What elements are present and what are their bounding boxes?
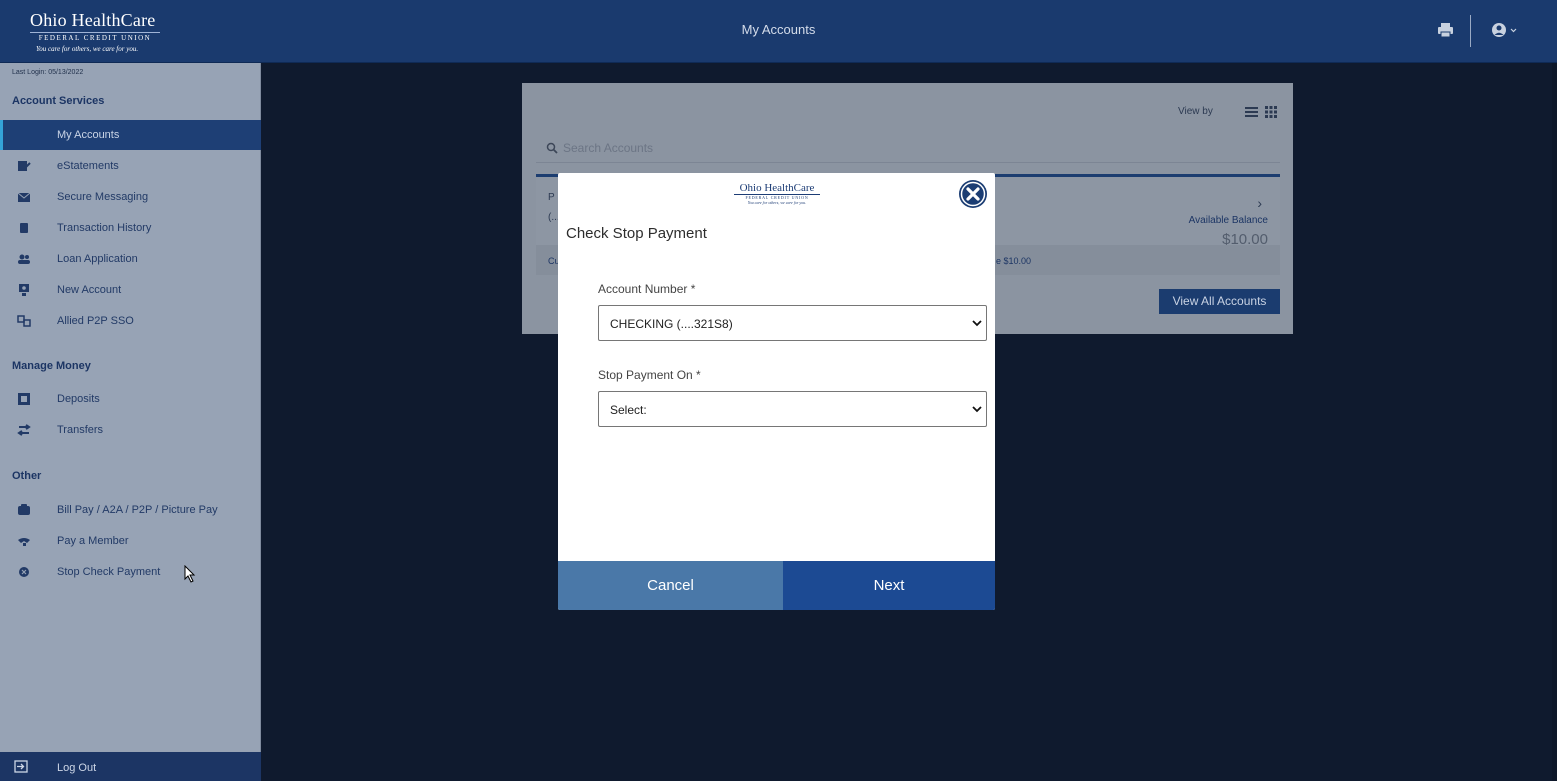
transfer-icon (17, 315, 31, 327)
sidebar-item-estatements[interactable]: eStatements (0, 151, 261, 181)
search-accounts-input[interactable]: Search Accounts (536, 133, 1280, 163)
sidebar-item-transfers[interactable]: Transfers (0, 415, 261, 445)
hand-pay-icon (18, 538, 30, 546)
chevron-down-icon (972, 320, 982, 327)
search-placeholder: Search Accounts (563, 141, 654, 155)
search-icon (546, 142, 558, 154)
last-login: Last Login: 05/13/2022 (12, 69, 84, 76)
sidebar-item-label: Allied P2P SSO (57, 315, 134, 327)
bill-icon (18, 504, 30, 515)
header-divider (1470, 15, 1471, 47)
envelope-icon (17, 192, 31, 202)
sidebar-item-label: Pay a Member (57, 535, 129, 547)
sidebar-item-stop-check-payment[interactable]: Stop Check Payment (0, 557, 261, 587)
available-fragment: e $10.00 (996, 256, 1032, 266)
document-edit-icon (18, 161, 31, 171)
modal-logo-name: Ohio HealthCare (739, 182, 815, 194)
exchange-icon (17, 424, 31, 436)
view-all-accounts-button[interactable]: View All Accounts (1159, 289, 1280, 314)
account-name-fragment: P (548, 192, 555, 203)
mouse-cursor-icon (184, 565, 196, 583)
sidebar-item-bill-pay[interactable]: Bill Pay / A2A / P2P / Picture Pay (0, 495, 261, 525)
sidebar-item-label: Stop Check Payment (57, 566, 161, 578)
close-icon (959, 180, 987, 208)
sidebar-item-my-accounts[interactable]: My Accounts (0, 120, 261, 150)
section-heading-manage-money: Manage Money (12, 360, 91, 372)
grid-view-icon[interactable] (1265, 106, 1277, 118)
sidebar-item-transaction-history[interactable]: Transaction History (0, 213, 261, 243)
sidebar-item-new-account[interactable]: New Account (0, 275, 261, 305)
sidebar-item-secure-messaging[interactable]: Secure Messaging (0, 182, 261, 212)
section-heading-other: Other (12, 470, 42, 482)
users-icon (18, 254, 30, 264)
list-view-icon[interactable] (1245, 107, 1258, 117)
stop-icon (19, 567, 29, 577)
print-icon[interactable] (1437, 22, 1454, 38)
sidebar-item-deposits[interactable]: Deposits (0, 384, 261, 414)
account-number-label: Account Number * (598, 282, 696, 296)
stop-payment-on-value: Select: (610, 403, 647, 417)
page-scrollbar[interactable] (1552, 63, 1557, 781)
sidebar-item-label: Bill Pay / A2A / P2P / Picture Pay (57, 504, 218, 516)
next-button[interactable]: Next (783, 561, 995, 610)
check-stop-payment-modal: Ohio HealthCare FEDERAL CREDIT UNION You… (558, 173, 995, 610)
account-number-select[interactable]: CHECKING (....321S8) (598, 305, 987, 341)
deposit-icon (18, 393, 30, 405)
cancel-button[interactable]: Cancel (558, 561, 783, 610)
close-modal-button[interactable] (958, 179, 988, 209)
sidebar-item-label: Transaction History (57, 222, 152, 234)
chevron-down-icon (972, 406, 982, 413)
modal-logo: Ohio HealthCare FEDERAL CREDIT UNION You… (734, 182, 820, 205)
modal-logo-tagline: You care for others, we care for you. (747, 200, 807, 205)
logout-button[interactable]: Log Out (0, 752, 261, 781)
account-number-value: CHECKING (....321S8) (610, 317, 733, 331)
sidebar-item-label: Transfers (57, 424, 104, 436)
logo-tagline: You care for others, we care for you. (36, 45, 139, 53)
sidebar: Last Login: 05/13/2022 Account Services … (0, 63, 261, 781)
chevron-right-icon[interactable]: › (1257, 195, 1262, 211)
sidebar-item-pay-a-member[interactable]: Pay a Member (0, 526, 261, 556)
sidebar-item-loan-application[interactable]: Loan Application (0, 244, 261, 274)
stop-payment-on-label: Stop Payment On * (598, 368, 701, 382)
modal-title: Check Stop Payment (566, 225, 707, 242)
sidebar-item-label: My Accounts (57, 129, 120, 141)
sidebar-item-allied-p2p-sso[interactable]: Allied P2P SSO (0, 306, 261, 336)
logout-label: Log Out (57, 762, 97, 774)
sidebar-item-label: eStatements (57, 160, 119, 172)
book-icon (20, 223, 28, 233)
sidebar-item-label: Secure Messaging (57, 191, 149, 203)
section-heading-account-services: Account Services (12, 95, 105, 107)
view-by-label: View by (1178, 106, 1213, 117)
available-balance-label: Available Balance (1188, 215, 1268, 226)
user-menu-icon[interactable] (1491, 22, 1519, 39)
page-title: My Accounts (741, 22, 816, 37)
top-header: Ohio HealthCare FEDERAL CREDIT UNION You… (0, 0, 1557, 63)
sidebar-item-label: Loan Application (57, 253, 138, 265)
logout-icon (14, 760, 28, 773)
sidebar-item-label: Deposits (57, 393, 100, 405)
sidebar-item-label: New Account (57, 284, 122, 296)
stop-payment-on-select[interactable]: Select: (598, 391, 987, 427)
id-badge-icon (19, 284, 29, 296)
